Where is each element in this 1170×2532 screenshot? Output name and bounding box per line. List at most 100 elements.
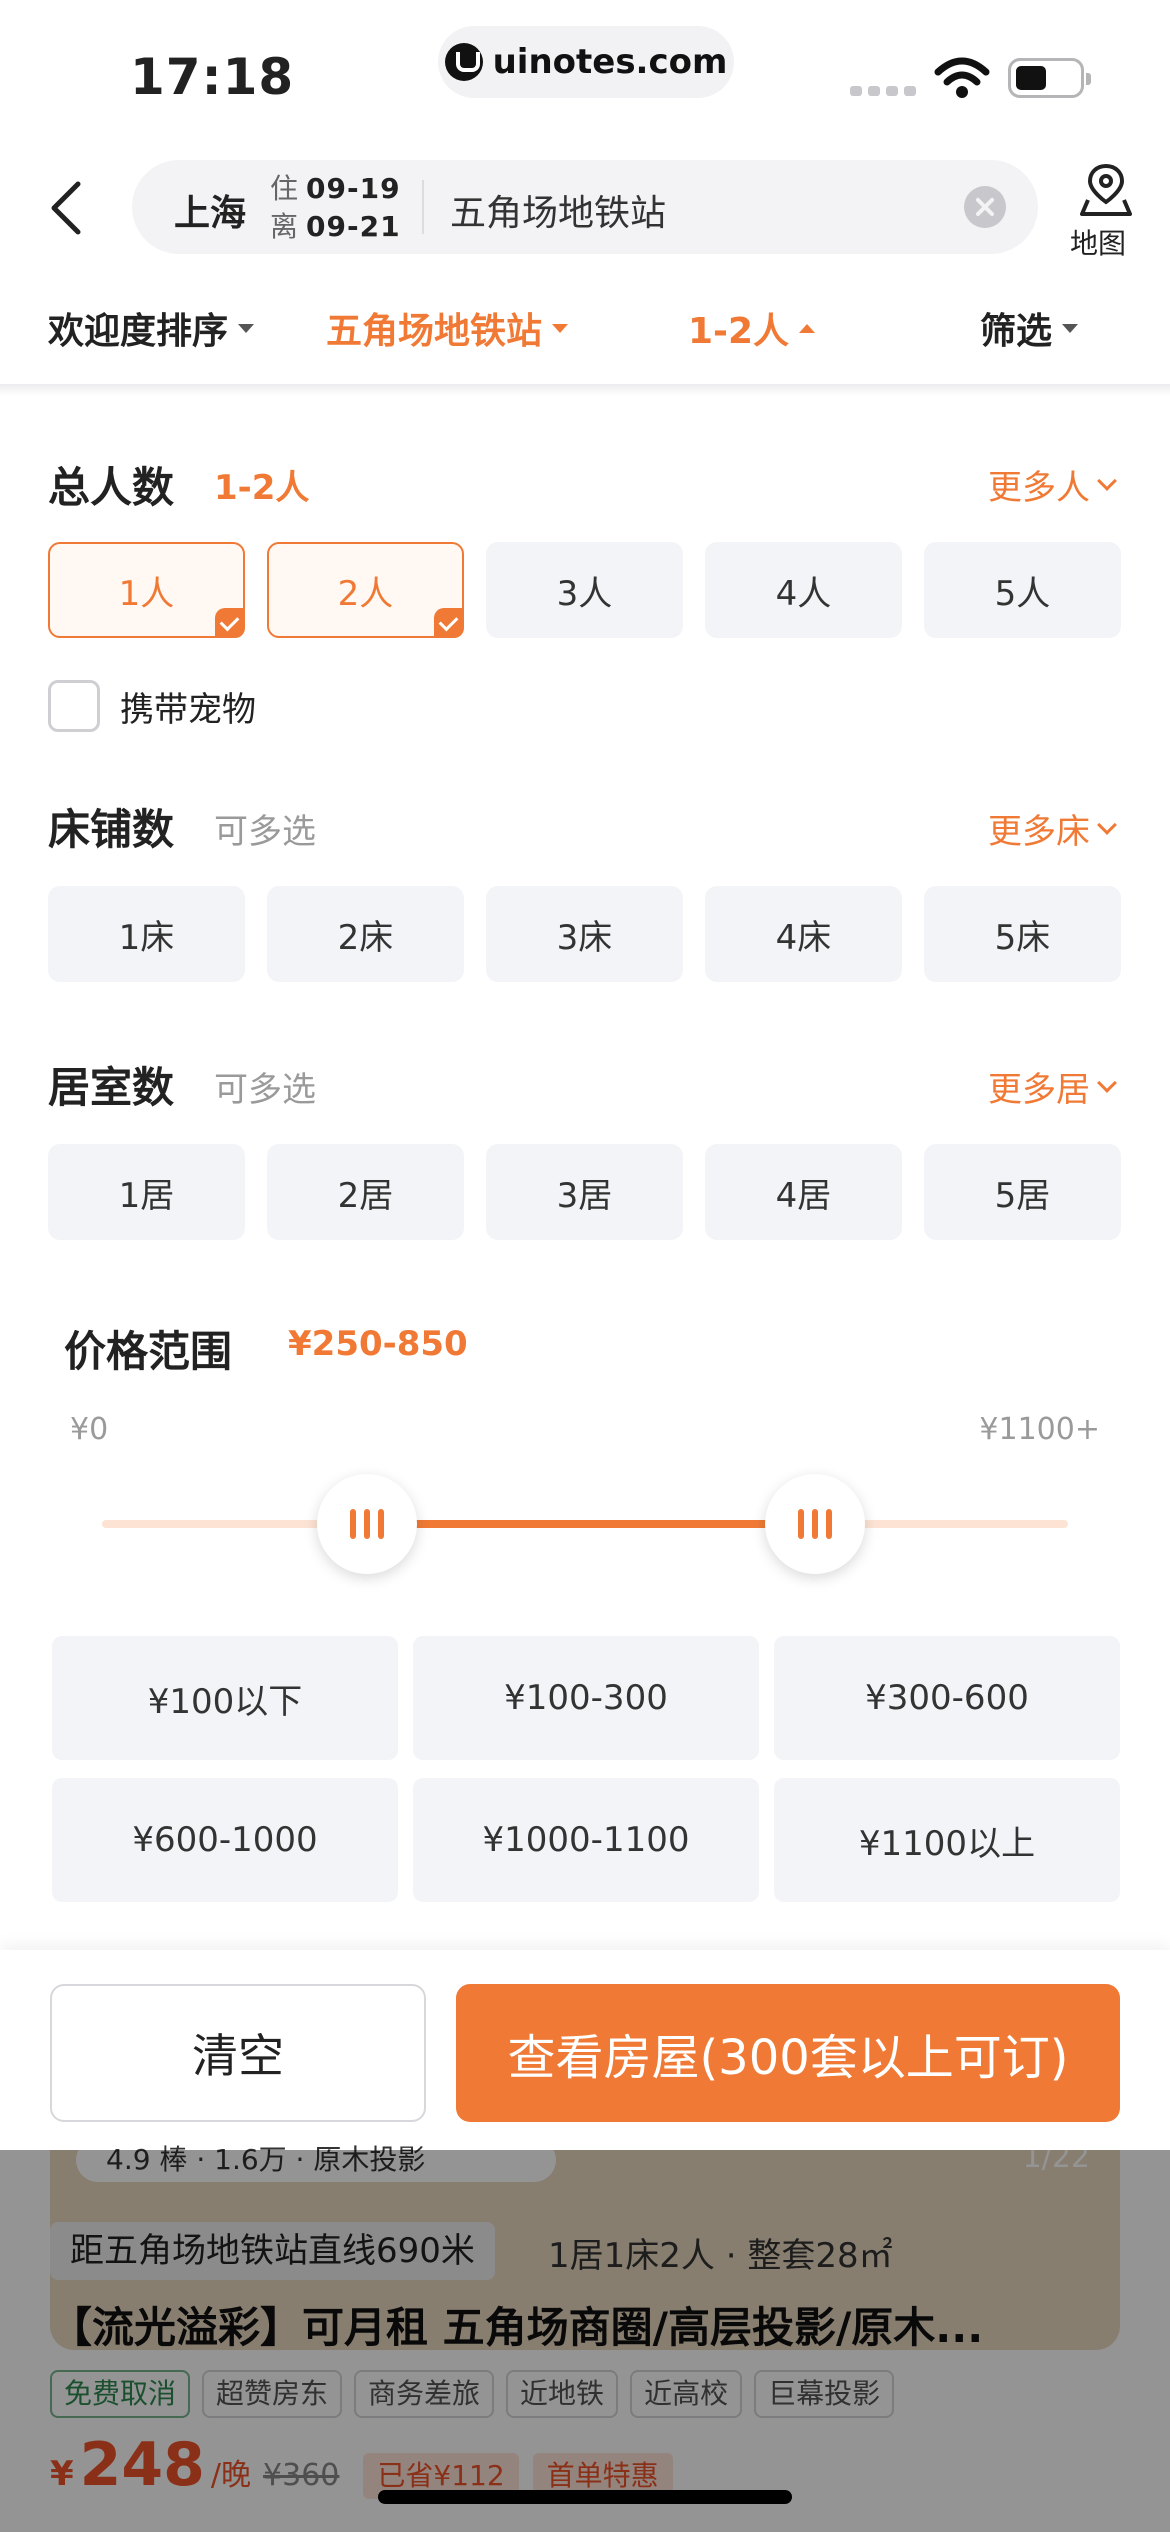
bed-option-1[interactable]: 1床 — [48, 886, 245, 982]
room-option-3[interactable]: 3居 — [486, 1144, 683, 1240]
price-value: ¥250-850 — [288, 1324, 468, 1364]
price-preset[interactable]: ¥100以下 — [52, 1636, 398, 1760]
cellular-signal-icon — [850, 86, 916, 96]
price-min-label: ¥0 — [70, 1412, 109, 1447]
filter-label: 筛选 — [980, 311, 1053, 352]
map-label: 地图 — [1070, 227, 1127, 260]
beds-hint: 可多选 — [214, 812, 316, 852]
more-beds-label: 更多床 — [988, 812, 1090, 852]
price-preset[interactable]: ¥300-600 — [774, 1636, 1120, 1760]
guest-option-4[interactable]: 4人 — [705, 542, 902, 638]
rooms-title: 居室数 — [48, 1063, 175, 1112]
clock: 17:18 — [130, 48, 295, 106]
checkin-date: 09-19 — [306, 172, 401, 205]
view-houses-button[interactable]: 查看房屋(300套以上可订) — [456, 1984, 1120, 2122]
beds-title: 床铺数 — [48, 805, 175, 854]
room-option-4[interactable]: 4居 — [705, 1144, 902, 1240]
wifi-icon — [934, 57, 990, 98]
url-pill[interactable]: uinotes.com — [438, 26, 734, 98]
caret-down-icon — [552, 323, 569, 333]
sort-dropdown[interactable]: 欢迎度排序 — [48, 302, 255, 354]
status-bar: 17:18 uinotes.com — [0, 0, 1170, 140]
check-icon — [434, 608, 464, 638]
price-presets: ¥100以下 ¥100-300 ¥300-600 ¥600-1000 ¥1000… — [52, 1636, 1120, 1902]
bed-option-2[interactable]: 2床 — [267, 886, 464, 982]
caret-down-icon — [238, 323, 255, 333]
chip-label: 1居 — [118, 1175, 175, 1216]
chip-label: 2居 — [337, 1175, 394, 1216]
more-beds-link[interactable]: 更多床 — [988, 804, 1117, 853]
pet-label: 携带宠物 — [120, 689, 256, 730]
back-arrow-icon[interactable] — [46, 180, 86, 236]
more-rooms-link[interactable]: 更多居 — [988, 1062, 1117, 1111]
chip-label: 4人 — [775, 573, 832, 614]
url-text: uinotes.com — [492, 42, 728, 82]
rooms-hint: 可多选 — [214, 1070, 316, 1110]
price-slider-track[interactable] — [102, 1520, 1068, 1528]
chip-label: 1床 — [118, 917, 175, 958]
modal-overlay[interactable] — [0, 2150, 1170, 2532]
site-logo-icon — [444, 43, 483, 81]
guest-option-2[interactable]: 2人 — [267, 542, 464, 638]
price-slider-fill — [366, 1520, 816, 1528]
guest-option-3[interactable]: 3人 — [486, 542, 683, 638]
map-button[interactable]: 地图 — [1062, 160, 1146, 260]
chip-label: 2人 — [337, 573, 394, 614]
guests-dropdown[interactable]: 1-2人 — [688, 302, 816, 354]
chip-label: 2床 — [337, 917, 394, 958]
price-max-label: ¥1100+ — [979, 1412, 1100, 1447]
room-option-5[interactable]: 5居 — [924, 1144, 1121, 1240]
checkout-label: 离 — [270, 210, 299, 243]
guests-title: 总人数 — [48, 463, 175, 512]
more-guests-link[interactable]: 更多人 — [988, 460, 1117, 509]
price-slider-min-handle[interactable] — [316, 1474, 417, 1574]
guest-option-1[interactable]: 1人 — [48, 542, 245, 638]
location-dropdown[interactable]: 五角场地铁站 — [326, 302, 569, 354]
pet-checkbox[interactable] — [48, 680, 100, 732]
chevron-down-icon — [1097, 1072, 1117, 1093]
chip-label: 4床 — [775, 917, 832, 958]
city-selector[interactable]: 上海 — [174, 184, 246, 236]
clear-search-icon[interactable] — [964, 186, 1006, 228]
more-rooms-label: 更多居 — [988, 1070, 1090, 1110]
guests-options: 1人 2人 3人 4人 5人 — [48, 542, 1121, 638]
chip-label: 5人 — [994, 573, 1051, 614]
chip-label: 5床 — [994, 917, 1051, 958]
checkin-label: 住 — [270, 172, 299, 205]
caret-down-icon — [1062, 323, 1079, 333]
price-preset[interactable]: ¥1100以上 — [774, 1778, 1120, 1902]
location-label: 五角场地铁站 — [326, 311, 543, 352]
guest-option-5[interactable]: 5人 — [924, 542, 1121, 638]
search-bar[interactable]: 上海 住 09-19 离 09-21 五角场地铁站 — [132, 160, 1038, 254]
date-range[interactable]: 住 09-19 离 09-21 — [270, 170, 401, 246]
chip-label: 3床 — [556, 917, 613, 958]
price-title: 价格范围 — [64, 1327, 233, 1376]
chip-label: 3人 — [556, 573, 613, 614]
rooms-options: 1居 2居 3居 4居 5居 — [48, 1144, 1121, 1240]
price-preset[interactable]: ¥100-300 — [413, 1636, 759, 1760]
price-slider-max-handle[interactable] — [765, 1474, 866, 1574]
room-option-1[interactable]: 1居 — [48, 1144, 245, 1240]
bed-option-5[interactable]: 5床 — [924, 886, 1121, 982]
chip-label: 5居 — [994, 1175, 1051, 1216]
room-option-2[interactable]: 2居 — [267, 1144, 464, 1240]
price-preset[interactable]: ¥600-1000 — [52, 1778, 398, 1902]
bed-option-4[interactable]: 4床 — [705, 886, 902, 982]
filter-dropdown[interactable]: 筛选 — [980, 302, 1079, 354]
divider — [422, 180, 424, 234]
search-keyword[interactable]: 五角场地铁站 — [450, 184, 666, 236]
pet-checkbox-row[interactable]: 携带宠物 — [48, 680, 256, 732]
checkout-date: 09-21 — [306, 210, 401, 243]
bed-option-3[interactable]: 3床 — [486, 886, 683, 982]
sort-label: 欢迎度排序 — [48, 311, 229, 352]
chip-label: 4居 — [775, 1175, 832, 1216]
map-pin-icon — [1080, 163, 1132, 216]
battery-icon — [1008, 58, 1091, 98]
divider — [0, 384, 1170, 396]
clear-button[interactable]: 清空 — [50, 1984, 426, 2122]
chevron-down-icon — [1097, 814, 1117, 835]
more-guests-label: 更多人 — [988, 468, 1090, 508]
home-indicator[interactable] — [378, 2490, 792, 2504]
price-preset[interactable]: ¥1000-1100 — [413, 1778, 759, 1902]
beds-options: 1床 2床 3床 4床 5床 — [48, 886, 1121, 982]
